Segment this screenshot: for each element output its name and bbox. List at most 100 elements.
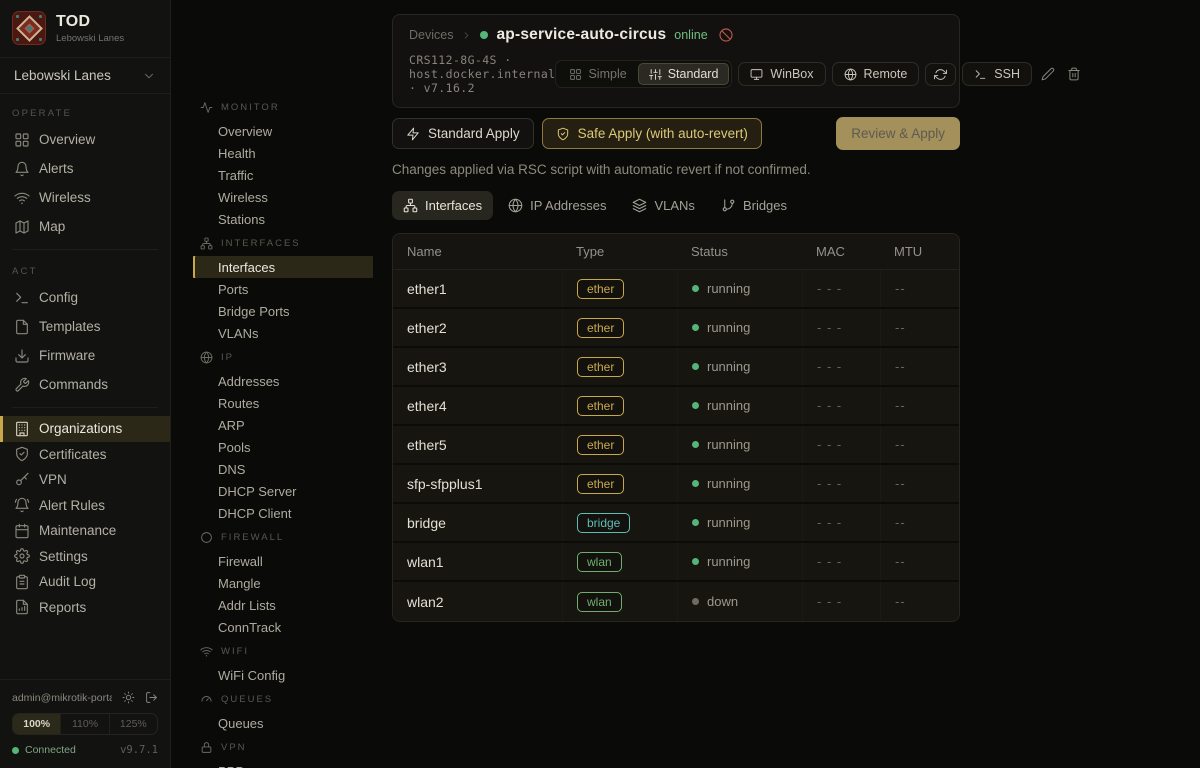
cell-name: ether5 xyxy=(393,426,562,463)
breadcrumb-devices[interactable]: Devices xyxy=(409,28,453,42)
sidebar-item-firmware[interactable]: Firmware xyxy=(0,341,170,370)
sidebar-item-alert-rules[interactable]: Alert Rules xyxy=(0,493,170,519)
device-breadcrumb-row: Devices ap-service-auto-circus online xyxy=(409,26,943,44)
devnav-item-overview[interactable]: Overview xyxy=(193,120,373,142)
devnav-group-label: IP xyxy=(221,352,234,363)
refresh-button[interactable] xyxy=(925,63,956,86)
devnav-item-wifi-config[interactable]: WiFi Config xyxy=(193,664,373,686)
sidebar-item-certificates[interactable]: Certificates xyxy=(0,442,170,468)
sidebar-item-overview[interactable]: Overview xyxy=(0,125,170,154)
devnav-item-label: Overview xyxy=(218,124,272,139)
interfaces-table: NameTypeStatusMACMTU ether1etherrunning-… xyxy=(392,233,960,622)
devnav-item-stations[interactable]: Stations xyxy=(193,208,373,230)
devnav-item-arp[interactable]: ARP xyxy=(193,414,373,436)
devnav-item-queues[interactable]: Queues xyxy=(193,712,373,734)
devnav-item-label: Wireless xyxy=(218,190,268,205)
view-simple-option[interactable]: Simple xyxy=(558,63,637,85)
sidebar-item-audit-log[interactable]: Audit Log xyxy=(0,569,170,595)
logout-icon[interactable] xyxy=(145,691,158,704)
edit-device-icon[interactable] xyxy=(1038,65,1058,83)
devnav-item-routes[interactable]: Routes xyxy=(193,392,373,414)
nav-section-operate: OPERATE xyxy=(0,100,170,125)
remote-button[interactable]: Remote xyxy=(832,62,920,86)
sidebar-item-templates[interactable]: Templates xyxy=(0,312,170,341)
tab-ip-addresses[interactable]: IP Addresses xyxy=(497,191,617,220)
devnav-item-ports[interactable]: Ports xyxy=(193,278,373,300)
ssh-button[interactable]: SSH xyxy=(962,62,1032,86)
devnav-item-bridge-ports[interactable]: Bridge Ports xyxy=(193,300,373,322)
file-icon xyxy=(14,319,30,335)
winbox-button[interactable]: WinBox xyxy=(738,62,825,86)
ssh-label: SSH xyxy=(994,67,1020,81)
zoom-option-125-[interactable]: 125% xyxy=(109,714,157,734)
view-mode-segment: Simple Standard xyxy=(555,60,732,88)
table-row-ether2[interactable]: ether2etherrunning- - --- xyxy=(393,309,959,348)
table-row-ether3[interactable]: ether3etherrunning- - --- xyxy=(393,348,959,387)
terminal-icon xyxy=(14,290,30,306)
theme-toggle-icon[interactable] xyxy=(122,691,135,704)
cell-name: ether3 xyxy=(393,348,562,385)
sidebar-item-vpn[interactable]: VPN xyxy=(0,467,170,493)
devnav-group-interfaces: INTERFACES xyxy=(193,230,373,256)
cell-mac: - - - xyxy=(802,426,880,463)
table-row-wlan2[interactable]: wlan2wlandown- - --- xyxy=(393,582,959,621)
table-row-bridge[interactable]: bridgebridgerunning- - --- xyxy=(393,504,959,543)
sidebar-item-commands[interactable]: Commands xyxy=(0,370,170,399)
sidebar-item-wireless[interactable]: Wireless xyxy=(0,183,170,212)
sidebar-item-maintenance[interactable]: Maintenance xyxy=(0,518,170,544)
tab-interfaces[interactable]: Interfaces xyxy=(392,191,493,220)
column-header-status: Status xyxy=(677,244,802,259)
zoom-option-110-[interactable]: 110% xyxy=(60,714,108,734)
review-apply-button[interactable]: Review & Apply xyxy=(836,117,960,150)
table-body: ether1etherrunning- - ---ether2etherrunn… xyxy=(393,270,959,621)
devnav-item-dhcp-client[interactable]: DHCP Client xyxy=(193,502,373,524)
devnav-item-dns[interactable]: DNS xyxy=(193,458,373,480)
sidebar-item-label: Organizations xyxy=(39,421,122,436)
table-row-wlan1[interactable]: wlan1wlanrunning- - --- xyxy=(393,543,959,582)
table-row-sfp-sfpplus1[interactable]: sfp-sfpplus1etherrunning- - --- xyxy=(393,465,959,504)
status-dot xyxy=(692,402,699,409)
type-badge: ether xyxy=(577,279,624,299)
table-row-ether4[interactable]: ether4etherrunning- - --- xyxy=(393,387,959,426)
view-standard-option[interactable]: Standard xyxy=(638,63,730,85)
table-row-ether5[interactable]: ether5etherrunning- - --- xyxy=(393,426,959,465)
content-area: MONITOROverviewHealthTrafficWirelessStat… xyxy=(171,0,1200,768)
devnav-item-interfaces[interactable]: Interfaces xyxy=(193,256,373,278)
sidebar-item-label: Audit Log xyxy=(39,574,96,589)
sidebar-item-label: Maintenance xyxy=(39,523,116,538)
devnav-item-health[interactable]: Health xyxy=(193,142,373,164)
gear-icon xyxy=(14,548,30,564)
wifi-icon xyxy=(200,645,213,658)
sidebar-item-config[interactable]: Config xyxy=(0,283,170,312)
devnav-item-label: Addresses xyxy=(218,374,279,389)
devnav-item-addresses[interactable]: Addresses xyxy=(193,370,373,392)
alerts-muted-icon[interactable] xyxy=(718,27,734,43)
sidebar-item-reports[interactable]: Reports xyxy=(0,595,170,621)
tab-vlans[interactable]: VLANs xyxy=(621,191,705,220)
delete-device-icon[interactable] xyxy=(1064,65,1084,83)
devnav-item-firewall[interactable]: Firewall xyxy=(193,550,373,572)
tab-bridges[interactable]: Bridges xyxy=(710,191,798,220)
devnav-item-dhcp-server[interactable]: DHCP Server xyxy=(193,480,373,502)
org-selector[interactable]: Lebowski Lanes xyxy=(0,58,170,94)
standard-apply-button[interactable]: Standard Apply xyxy=(392,118,534,149)
sidebar-item-organizations[interactable]: Organizations xyxy=(0,416,170,442)
status-dot xyxy=(692,363,699,370)
sidebar-item-alerts[interactable]: Alerts xyxy=(0,154,170,183)
shield-check-icon xyxy=(556,127,570,141)
devnav-group-wifi: WIFI xyxy=(193,638,373,664)
devnav-item-mangle[interactable]: Mangle xyxy=(193,572,373,594)
devnav-item-pools[interactable]: Pools xyxy=(193,436,373,458)
safe-apply-button[interactable]: Safe Apply (with auto-revert) xyxy=(542,118,762,149)
zoom-option-100-[interactable]: 100% xyxy=(13,714,60,734)
sidebar-item-map[interactable]: Map xyxy=(0,212,170,241)
table-row-ether1[interactable]: ether1etherrunning- - --- xyxy=(393,270,959,309)
devnav-item-wireless[interactable]: Wireless xyxy=(193,186,373,208)
sidebar-item-label: Wireless xyxy=(39,190,91,205)
devnav-item-vlans[interactable]: VLANs xyxy=(193,322,373,344)
devnav-item-traffic[interactable]: Traffic xyxy=(193,164,373,186)
devnav-item-addr-lists[interactable]: Addr Lists xyxy=(193,594,373,616)
devnav-item-ppp[interactable]: PPP xyxy=(193,760,373,768)
devnav-item-conntrack[interactable]: ConnTrack xyxy=(193,616,373,638)
sidebar-item-settings[interactable]: Settings xyxy=(0,544,170,570)
